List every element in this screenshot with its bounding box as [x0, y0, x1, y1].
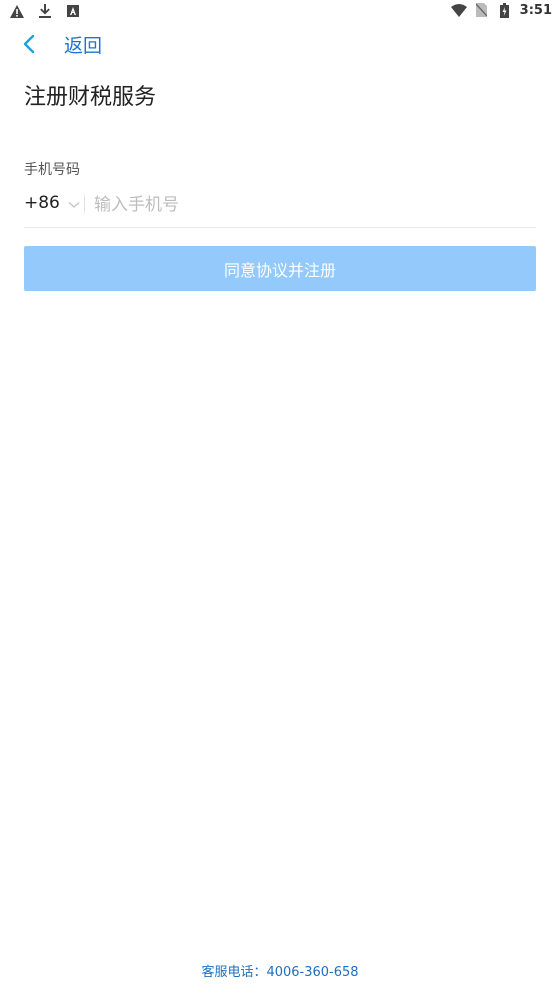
phone-row: +86 [24, 186, 536, 228]
wifi-icon [450, 2, 467, 18]
chevron-down-icon [68, 194, 80, 213]
register-page: 3:51 返回 注册财税服务 手机号码 +86 同意协议并注册 客服电话：400… [0, 0, 560, 997]
chevron-left-icon[interactable] [22, 32, 40, 56]
phone-label: 手机号码 [24, 162, 80, 178]
download-icon [37, 3, 53, 19]
status-bar: 3:51 [0, 0, 560, 24]
warning-icon [9, 3, 25, 19]
no-sim-icon [474, 2, 490, 18]
country-code-value: +86 [24, 193, 60, 213]
service-phone-link[interactable]: 客服电话：4006-360-658 [0, 961, 560, 980]
battery-icon [497, 2, 513, 18]
status-bar-left [9, 3, 81, 19]
a-box-icon [65, 3, 81, 19]
agree-register-button[interactable]: 同意协议并注册 [24, 246, 536, 291]
page-title: 注册财税服务 [24, 85, 157, 110]
phone-input[interactable] [94, 189, 514, 221]
nav-bar: 返回 [0, 28, 560, 60]
country-code-select[interactable]: +86 [24, 193, 80, 213]
status-time: 3:51 [519, 2, 552, 18]
status-bar-right: 3:51 [450, 2, 552, 18]
back-button[interactable]: 返回 [64, 31, 102, 58]
input-divider [84, 195, 85, 213]
